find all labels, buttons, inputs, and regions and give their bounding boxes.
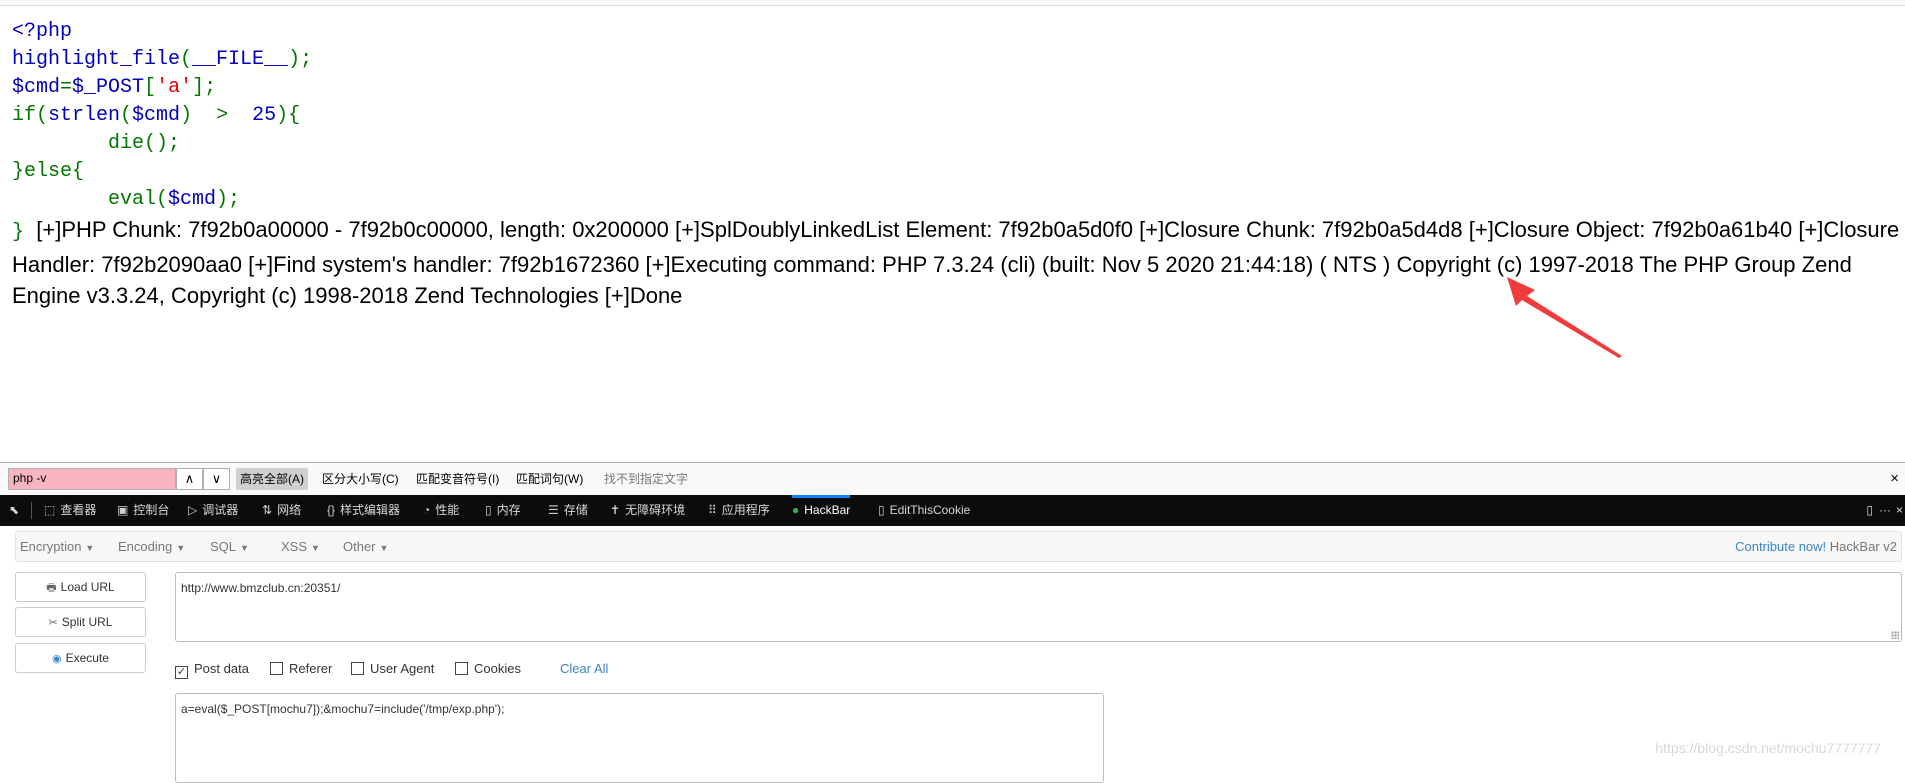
find-next-button[interactable]: ∨ xyxy=(203,468,230,490)
scissors-icon: ✂ xyxy=(48,617,58,629)
tab-label: 调试器 xyxy=(202,503,239,517)
tab-label: 内存 xyxy=(496,503,521,517)
devtools-tab[interactable]: ☰ 存储 xyxy=(548,495,588,526)
devtools-tab[interactable]: ⇅ 网络 xyxy=(262,495,301,526)
post-data-label: Post data xyxy=(194,661,249,676)
menu-sql[interactable]: SQL ▼ xyxy=(210,532,249,563)
find-bar: php -v ∧ ∨ 高亮全部(A) 区分大小写(C) 匹配变音符号(I) 匹配… xyxy=(0,462,1905,495)
memory-icon: ▯ xyxy=(485,503,492,517)
clear-all-link[interactable]: Clear All xyxy=(560,659,608,679)
performance-icon: ◔ xyxy=(423,503,431,517)
user-agent-label: User Agent xyxy=(370,661,435,676)
menu-encryption[interactable]: Encryption ▼ xyxy=(20,532,94,563)
post-data-checkbox[interactable]: ✓ Post data xyxy=(175,659,249,679)
tab-label: 存储 xyxy=(563,503,588,517)
highlight-all-button[interactable]: 高亮全部(A) xyxy=(236,468,308,490)
caret-down-icon: ▼ xyxy=(379,543,389,553)
accessibility-icon: ✝ xyxy=(610,503,621,517)
split-url-button[interactable]: ✂ Split URL xyxy=(15,607,146,637)
element-picker-icon[interactable]: ⬉ xyxy=(9,495,19,526)
close-icon[interactable]: × xyxy=(1890,468,1899,490)
load-url-label: Load URL xyxy=(60,580,115,594)
toolbar-divider xyxy=(31,502,32,519)
match-diacritics-option[interactable]: 匹配变音符号(I) xyxy=(412,468,503,490)
devtools-tab[interactable]: ⬚ 查看器 xyxy=(44,495,96,526)
tab-label: EditThisCookie xyxy=(889,503,971,517)
load-url-button[interactable]: 🖶 Load URL xyxy=(15,572,146,602)
find-input[interactable]: php -v xyxy=(8,468,176,490)
play-icon: ◉ xyxy=(52,653,62,665)
load-url-icon: 🖶 xyxy=(46,582,57,594)
match-case-option[interactable]: 区分大小写(C) xyxy=(318,468,403,490)
caret-down-icon: ▼ xyxy=(176,543,186,553)
debugger-icon: ▷ xyxy=(188,503,198,517)
hackbar-header-right: Contribute now! HackBar v2 xyxy=(1735,532,1901,561)
tab-label: 样式编辑器 xyxy=(340,503,401,517)
devtools-tab[interactable]: ▷ 调试器 xyxy=(188,495,238,526)
watermark: https://blog.csdn.net/mochu7777777 xyxy=(1655,740,1881,756)
cookies-label: Cookies xyxy=(474,661,521,676)
checkbox-checked[interactable]: ✓ xyxy=(175,666,188,679)
caret-down-icon: ▼ xyxy=(85,543,95,553)
network-icon: ⇅ xyxy=(262,503,273,517)
application-icon: ⠿ xyxy=(708,503,717,517)
post-data-value: a=eval($_POST[mochu7]);&mochu7=include('… xyxy=(181,702,505,716)
devtools-tab[interactable]: ▯ EditThisCookie xyxy=(878,495,970,526)
cookies-checkbox[interactable]: Cookies xyxy=(455,659,521,679)
find-previous-button[interactable]: ∧ xyxy=(176,468,203,490)
devtools-tab[interactable]: ● HackBar xyxy=(792,495,851,526)
resize-grip[interactable] xyxy=(1891,631,1899,639)
more-options-icon[interactable]: ··· xyxy=(1879,495,1891,526)
tab-label: 无障碍环境 xyxy=(625,503,686,517)
tab-label: 网络 xyxy=(277,503,302,517)
style-editor-icon: {} xyxy=(327,503,336,517)
devtools-tab[interactable]: ✝ 无障碍环境 xyxy=(610,495,685,526)
find-status: 找不到指定文字 xyxy=(604,472,689,486)
menu-label: XSS xyxy=(281,539,308,554)
responsive-design-icon[interactable]: ▯ xyxy=(1866,495,1873,526)
url-textarea[interactable]: http://www.bmzclub.cn:20351/ xyxy=(175,572,1902,642)
tab-label: 性能 xyxy=(435,503,460,517)
tab-label: 查看器 xyxy=(60,503,97,517)
menu-xss[interactable]: XSS ▼ xyxy=(281,532,320,563)
cookie-icon: ▯ xyxy=(878,503,885,517)
menu-label: Encoding xyxy=(118,539,173,554)
devtools-tab[interactable]: {} 样式编辑器 xyxy=(327,495,400,526)
devtools-tab[interactable]: ▯ 内存 xyxy=(485,495,521,526)
devtools-tab[interactable]: ◔ 性能 xyxy=(423,495,459,526)
checkbox[interactable] xyxy=(270,662,283,675)
url-value: http://www.bmzclub.cn:20351/ xyxy=(181,581,341,595)
devtools-tab[interactable]: ⠿ 应用程序 xyxy=(708,495,770,526)
referer-label: Referer xyxy=(289,661,333,676)
checkbox[interactable] xyxy=(351,662,364,675)
referer-checkbox[interactable]: Referer xyxy=(270,659,332,679)
menu-label: Other xyxy=(343,539,376,554)
caret-down-icon: ▼ xyxy=(311,543,320,553)
menu-other[interactable]: Other ▼ xyxy=(343,532,388,563)
menu-label: SQL xyxy=(210,539,237,554)
execute-label: Execute xyxy=(65,651,109,665)
console-icon: ▣ xyxy=(117,503,129,517)
red-arrow-annotation xyxy=(1507,277,1622,358)
whole-words-option[interactable]: 匹配词句(W) xyxy=(512,468,587,490)
devtools-toolbar: ⬉ ▯ ··· × ⬚ 查看器 ▣ 控制台 ▷ 调试器 ⇅ 网络 {} 样式编辑器 ◔ 性能 ▯ 内存 ☰ 存… xyxy=(0,495,1905,526)
hackbar-version: HackBar v2 xyxy=(1829,539,1897,554)
close-devtools-icon[interactable]: × xyxy=(1896,495,1903,526)
inspector-icon: ⬚ xyxy=(44,503,56,517)
menu-label: Encryption xyxy=(20,539,82,554)
storage-icon: ☰ xyxy=(548,503,559,517)
split-url-label: Split URL xyxy=(61,615,113,629)
devtools-tab[interactable]: ▣ 控制台 xyxy=(117,495,169,526)
contribute-link[interactable]: Contribute now! xyxy=(1735,539,1826,554)
execute-button[interactable]: ◉ Execute xyxy=(15,643,146,673)
tab-label: 应用程序 xyxy=(721,503,770,517)
hackbar-icon: ● xyxy=(792,503,800,517)
tab-label: HackBar xyxy=(804,503,851,517)
checkbox[interactable] xyxy=(455,662,468,675)
tab-label: 控制台 xyxy=(133,503,170,517)
menu-encoding[interactable]: Encoding ▼ xyxy=(118,532,185,563)
user-agent-checkbox[interactable]: User Agent xyxy=(351,659,434,679)
caret-down-icon: ▼ xyxy=(240,543,249,553)
hackbar-menu: Encryption ▼ Encoding ▼ SQL ▼ XSS ▼ Other ▼ Contr… xyxy=(15,531,1902,562)
